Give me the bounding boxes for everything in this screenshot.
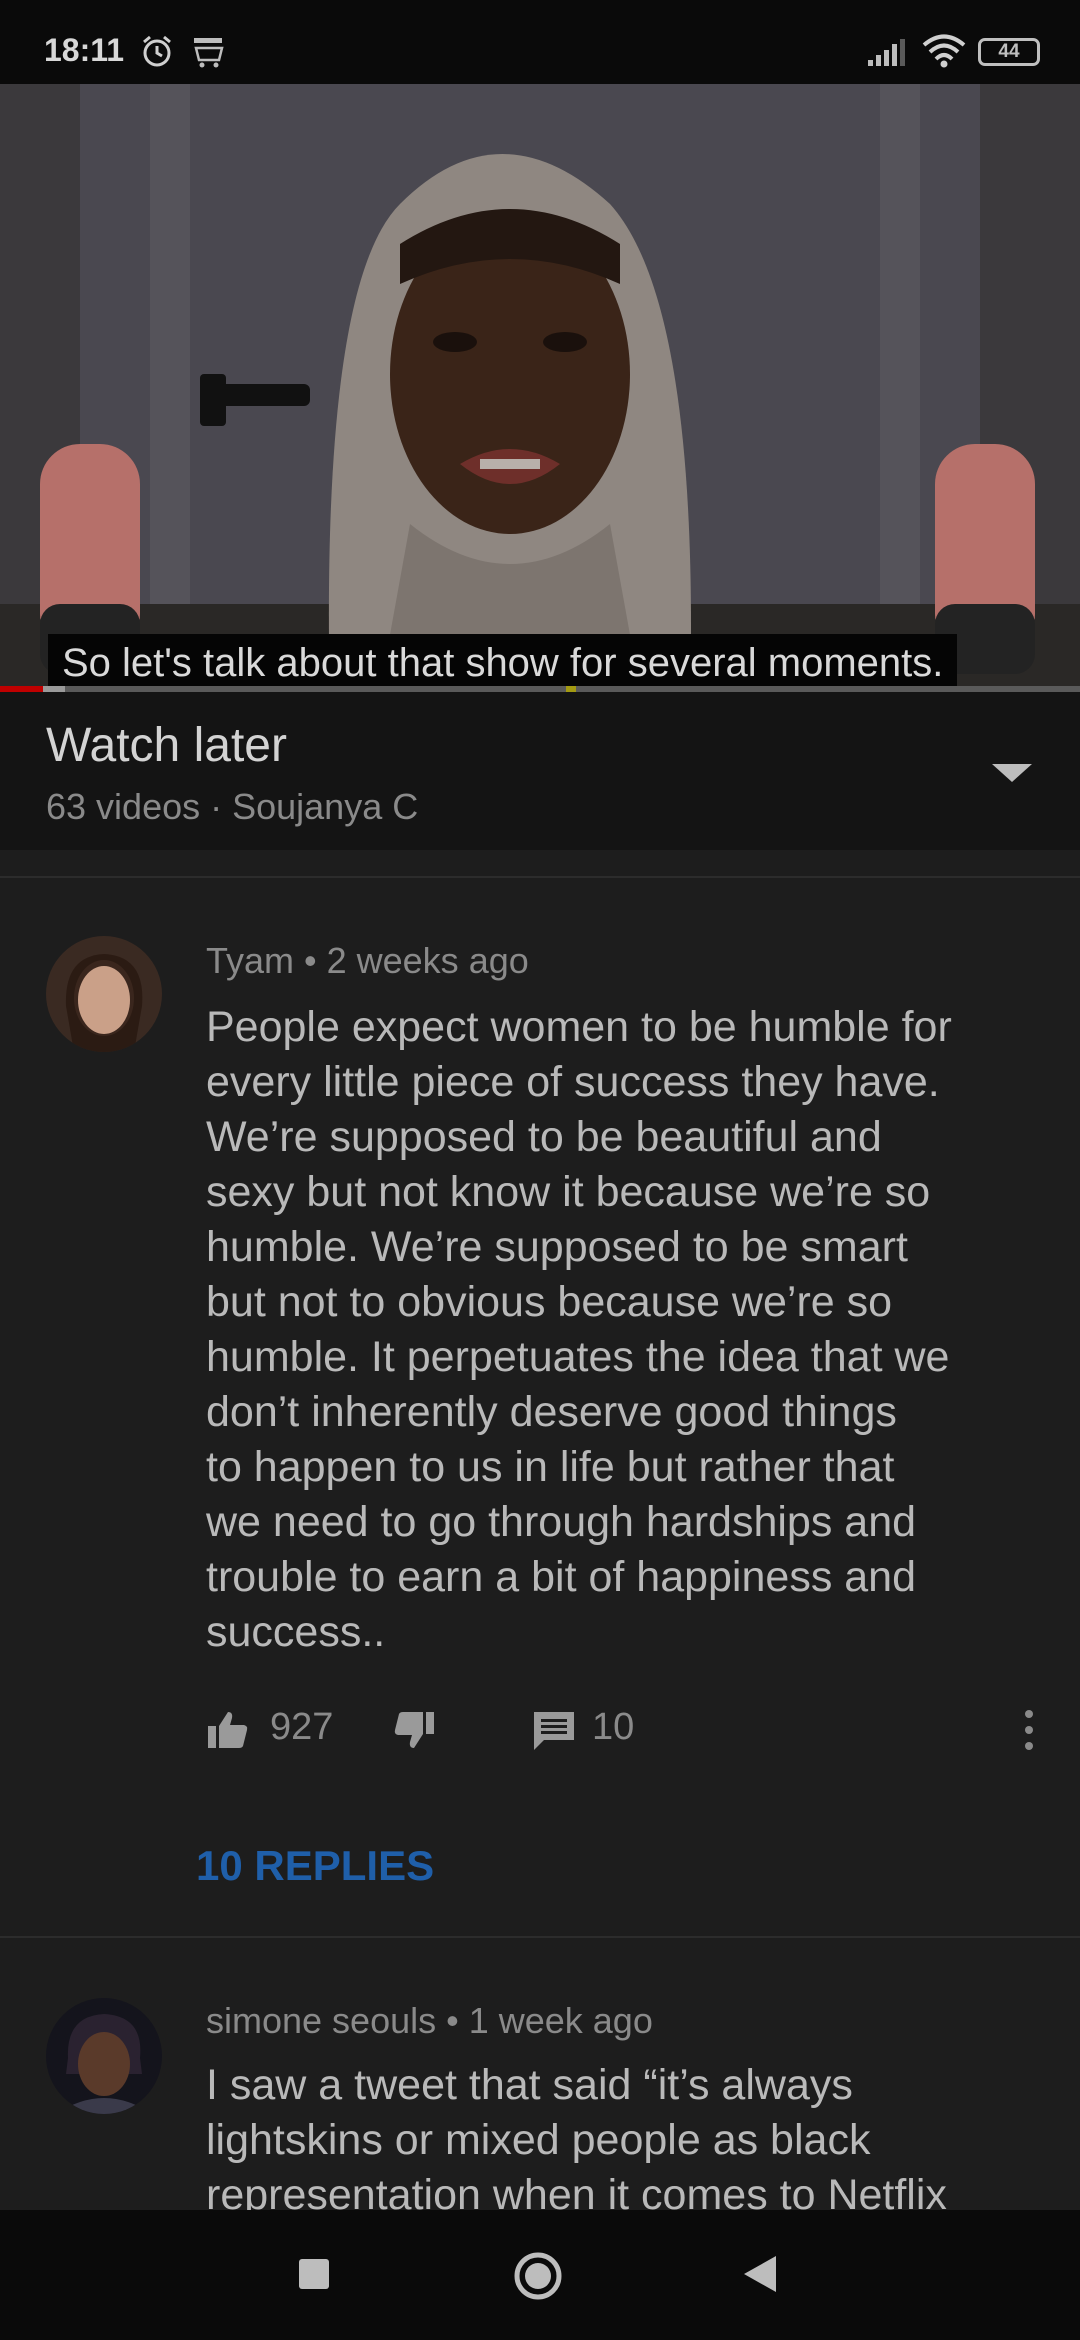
divider [0,876,1080,878]
avatar[interactable] [46,1998,162,2114]
comment-text: People expect women to be humble for eve… [206,1000,1036,1660]
video-caption: So let's talk about that show for severa… [48,634,958,690]
comment-line: representation when it comes to Netflix [206,2171,947,2210]
wifi-icon [922,34,966,68]
comment-line: I saw a tweet that said “it’s always [206,2061,853,2109]
comment-meta: simone seouls • 1 week ago [206,2000,653,2041]
comment-actions: 927 10 [0,1700,1080,1760]
video-player[interactable]: So let's talk about that show for severa… [0,84,1080,690]
chevron-down-icon[interactable] [990,760,1034,786]
divider [0,1936,1080,1938]
navigation-bar [0,2210,1080,2340]
comment-line: to happen to us in life but rather that [206,1443,895,1491]
battery-icon: 44 [978,38,1040,66]
thumbs-up-icon[interactable] [206,1708,250,1752]
home-icon[interactable] [512,2250,564,2302]
reply-count: 10 [592,1706,635,1748]
status-bar: 18:11 44 [0,0,1080,84]
amazon-icon [194,38,224,68]
comment-meta: Tyam • 2 weeks ago [206,940,529,981]
recents-icon[interactable] [296,2256,332,2292]
playlist-title: Watch later [46,719,287,772]
like-count: 927 [270,1706,334,1748]
video-frame [0,84,1080,690]
playlist-meta: 63 videos · Soujanya C [46,786,419,827]
signal-icon [868,39,905,66]
alarm-icon [143,35,171,67]
comment-line: we need to go through hardships and [206,1498,917,1546]
status-time: 18:11 [44,32,125,68]
comment-line: humble. We’re supposed to be smart [206,1223,908,1271]
comment-line: People expect women to be humble for [206,1003,952,1051]
view-replies-button[interactable]: 10 REPLIES [196,1842,434,1890]
comment-line: but not to obvious because we’re so [206,1278,893,1326]
avatar[interactable] [46,936,162,1052]
comment-line: every little piece of success they have. [206,1058,940,1106]
back-icon[interactable] [742,2254,778,2294]
comment-icon[interactable] [532,1708,576,1752]
comment-clip: simone seouls • 1 week ago I saw a tweet… [0,1940,1080,2210]
playlist-header[interactable]: Watch later 63 videos · Soujanya C [0,692,1080,850]
comment-line: We’re supposed to be beautiful and [206,1113,882,1161]
comment-line: don’t inherently deserve good things [206,1388,897,1436]
comment-line: lightskins or mixed people as black [206,2116,871,2164]
comment-line: humble. It perpetuates the idea that we [206,1333,950,1381]
comment-line: sexy but not know it because we’re so [206,1168,931,1216]
thumbs-down-icon[interactable] [392,1708,436,1752]
more-options-icon[interactable] [1014,1706,1044,1754]
comment-line: success.. [206,1608,386,1656]
comment-text: I saw a tweet that said “it’s always lig… [206,2058,1036,2210]
comment-line: trouble to earn a bit of happiness and [206,1553,917,1601]
